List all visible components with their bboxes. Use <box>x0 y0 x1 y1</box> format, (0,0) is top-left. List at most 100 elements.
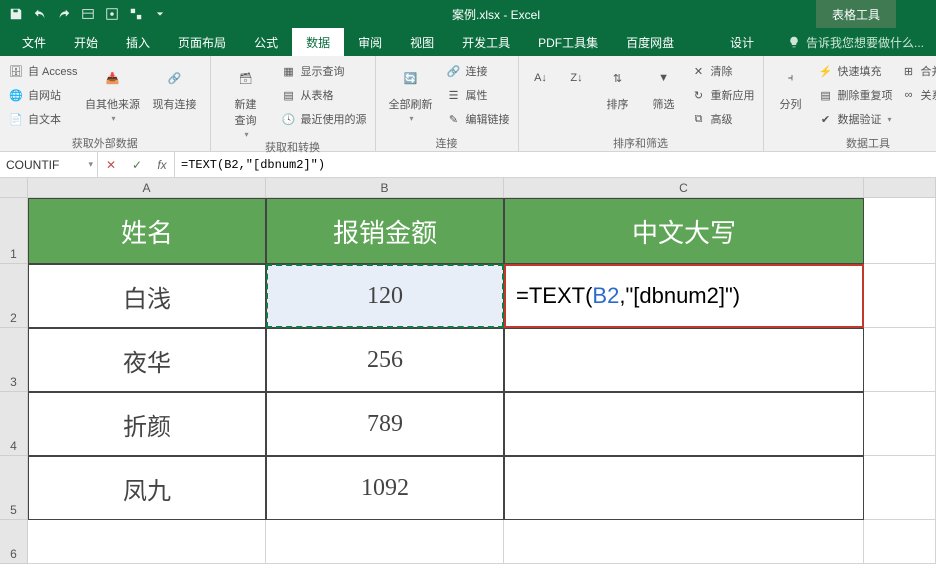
row-header-3[interactable]: 3 <box>0 328 28 392</box>
quick-access-toolbar <box>0 4 176 24</box>
from-web-button[interactable]: 🌐自网站 <box>6 84 80 106</box>
cell-C2[interactable]: =TEXT(B2,"[dbnum2]") <box>504 264 864 328</box>
relationships-button[interactable]: ∞关系 <box>899 84 936 106</box>
advanced-button[interactable]: ⧉高级 <box>689 108 757 130</box>
tab-design[interactable]: 设计 <box>708 28 776 56</box>
cell-D5[interactable] <box>864 456 936 520</box>
cell-A3[interactable]: 夜华 <box>28 328 266 392</box>
properties-button[interactable]: ☰属性 <box>444 84 512 106</box>
tab-baidu[interactable]: 百度网盘 <box>612 28 688 56</box>
cell-B2[interactable]: 120 <box>266 264 504 328</box>
select-all-corner[interactable] <box>0 178 28 197</box>
sort-asc-icon: A↓ <box>525 62 557 94</box>
tab-formulas[interactable]: 公式 <box>240 28 292 56</box>
row-header-4[interactable]: 4 <box>0 392 28 456</box>
from-table-button[interactable]: ▤从表格 <box>279 84 369 106</box>
name-box[interactable]: COUNTIF▾ <box>0 152 98 177</box>
col-header-A[interactable]: A <box>28 178 266 197</box>
from-access-button[interactable]: 🗄自 Access <box>6 60 80 82</box>
save-icon[interactable] <box>6 4 26 24</box>
enter-icon[interactable]: ✓ <box>124 152 150 177</box>
cell-D1[interactable] <box>864 198 936 264</box>
row-header-1[interactable]: 1 <box>0 198 28 264</box>
qat-icon-2[interactable] <box>102 4 122 24</box>
cell-C5[interactable] <box>504 456 864 520</box>
qat-dropdown-icon[interactable] <box>150 4 170 24</box>
ttc-icon: ⫞ <box>775 62 807 94</box>
col-header-B[interactable]: B <box>266 178 504 197</box>
tab-home[interactable]: 开始 <box>60 28 112 56</box>
fx-icon[interactable]: fx <box>150 152 174 177</box>
data-validation-button[interactable]: ✔数据验证▾ <box>816 108 895 130</box>
undo-icon[interactable] <box>30 4 50 24</box>
cell-A1[interactable]: 姓名 <box>28 198 266 264</box>
cell-A4[interactable]: 折颜 <box>28 392 266 456</box>
group-connections: 🔄全部刷新▾ 🔗连接 ☰属性 ✎编辑链接 连接 <box>376 56 519 151</box>
cell-D3[interactable] <box>864 328 936 392</box>
row-header-6[interactable]: 6 <box>0 520 28 564</box>
redo-icon[interactable] <box>54 4 74 24</box>
consolidate-icon: ⊞ <box>901 63 917 79</box>
sort-icon: ⇅ <box>602 62 634 94</box>
cell-B6[interactable] <box>266 520 504 564</box>
chevron-down-icon[interactable]: ▾ <box>88 159 93 170</box>
cell-C4[interactable] <box>504 392 864 456</box>
edit-links-button[interactable]: ✎编辑链接 <box>444 108 512 130</box>
tab-data[interactable]: 数据 <box>292 28 344 56</box>
cell-A2[interactable]: 白浅 <box>28 264 266 328</box>
filter-button[interactable]: ▼筛选 <box>643 58 685 112</box>
sort-za-button[interactable]: Z↓ <box>561 58 593 94</box>
sort-az-button[interactable]: A↓ <box>525 58 557 94</box>
row-header-2[interactable]: 2 <box>0 264 28 328</box>
tab-view[interactable]: 视图 <box>396 28 448 56</box>
consolidate-button[interactable]: ⊞合并计算 <box>899 60 936 82</box>
cell-D2[interactable] <box>864 264 936 328</box>
cell-B1[interactable]: 报销金额 <box>266 198 504 264</box>
validation-icon: ✔ <box>818 111 834 127</box>
cell-C1[interactable]: 中文大写 <box>504 198 864 264</box>
from-text-button[interactable]: 📄自文本 <box>6 108 80 130</box>
cell-B5[interactable]: 1092 <box>266 456 504 520</box>
clear-filter-button[interactable]: ✕清除 <box>689 60 757 82</box>
cell-D4[interactable] <box>864 392 936 456</box>
connections-button[interactable]: 🔗连接 <box>444 60 512 82</box>
tab-dev[interactable]: 开发工具 <box>448 28 524 56</box>
refresh-all-button[interactable]: 🔄全部刷新▾ <box>382 58 440 123</box>
cancel-icon[interactable]: ✕ <box>98 152 124 177</box>
text-to-columns-button[interactable]: ⫞分列 <box>770 58 812 112</box>
new-query-icon: 🗃 <box>230 62 262 94</box>
from-other-button[interactable]: 📥自其他来源▾ <box>84 58 142 123</box>
cell-C6[interactable] <box>504 520 864 564</box>
group-data-tools: ⫞分列 ⚡快速填充 ▤删除重复项 ✔数据验证▾ ⊞合并计算 ∞关系 数据工具 <box>764 56 936 151</box>
qat-icon-3[interactable] <box>126 4 146 24</box>
table-icon: ▤ <box>281 87 297 103</box>
col-header-C[interactable]: C <box>504 178 864 197</box>
tab-file[interactable]: 文件 <box>8 28 60 56</box>
sort-button[interactable]: ⇅排序 <box>597 58 639 112</box>
tell-me[interactable]: 告诉我您想要做什么... <box>776 34 936 51</box>
flash-fill-button[interactable]: ⚡快速填充 <box>816 60 895 82</box>
remove-dup-button[interactable]: ▤删除重复项 <box>816 84 895 106</box>
tab-layout[interactable]: 页面布局 <box>164 28 240 56</box>
tab-pdf[interactable]: PDF工具集 <box>524 28 612 56</box>
new-query-button[interactable]: 🗃新建 查询▾ <box>217 58 275 139</box>
cell-A6[interactable] <box>28 520 266 564</box>
tab-insert[interactable]: 插入 <box>112 28 164 56</box>
reapply-button[interactable]: ↻重新应用 <box>689 84 757 106</box>
row-header-5[interactable]: 5 <box>0 456 28 520</box>
cell-B4[interactable]: 789 <box>266 392 504 456</box>
col-header-D[interactable] <box>864 178 936 197</box>
cell-B3[interactable]: 256 <box>266 328 504 392</box>
cell-D6[interactable] <box>864 520 936 564</box>
link-icon: 🔗 <box>446 63 462 79</box>
formula-input[interactable]: =TEXT(B2,"[dbnum2]") <box>175 158 936 172</box>
relations-icon: ∞ <box>901 87 917 103</box>
cell-C3[interactable] <box>504 328 864 392</box>
recent-sources-button[interactable]: 🕓最近使用的源 <box>279 108 369 130</box>
other-source-icon: 📥 <box>97 62 129 94</box>
qat-icon-1[interactable] <box>78 4 98 24</box>
cell-A5[interactable]: 凤九 <box>28 456 266 520</box>
tab-review[interactable]: 审阅 <box>344 28 396 56</box>
show-queries-button[interactable]: ▦显示查询 <box>279 60 369 82</box>
existing-conn-button[interactable]: 🔗现有连接 <box>146 58 204 112</box>
